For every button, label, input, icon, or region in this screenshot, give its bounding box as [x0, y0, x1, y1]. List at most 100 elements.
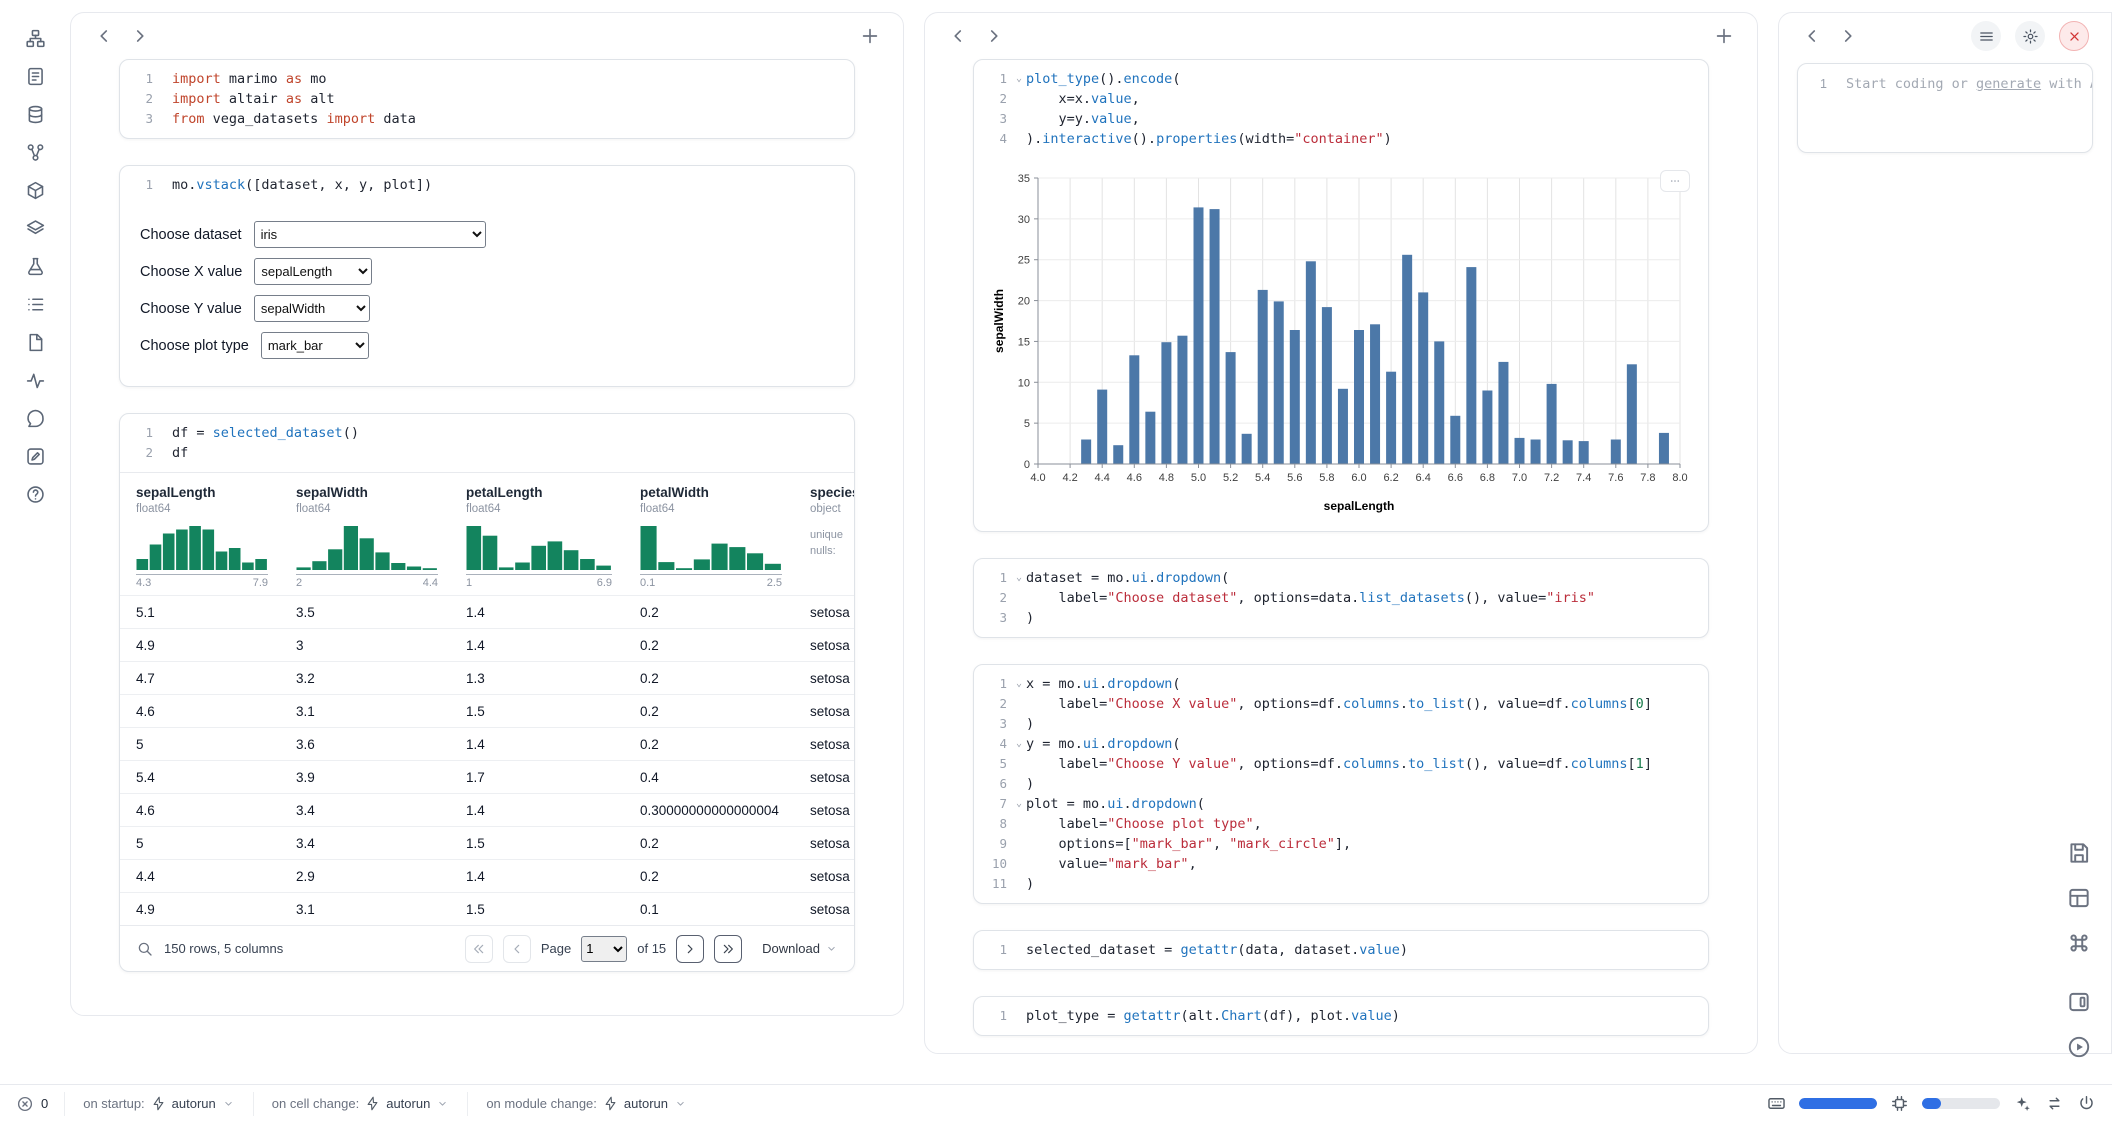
dataset-select[interactable]: iris: [254, 221, 486, 248]
column-header-petalWidth[interactable]: petalWidthfloat640.12.5: [624, 473, 794, 595]
cell-xy-plot-dropdowns[interactable]: 1⌄x = mo.ui.dropdown(2 label="Choose X v…: [973, 664, 1709, 904]
column-move-right-button[interactable]: [129, 25, 151, 47]
table-row[interactable]: 4.93.11.50.1setosa: [120, 892, 854, 925]
column-header-petalLength[interactable]: petalLengthfloat6416.9: [450, 473, 624, 595]
add-column-button[interactable]: [1713, 25, 1735, 47]
run-cells-icon[interactable]: [2064, 1032, 2094, 1062]
rail-button-9[interactable]: [21, 328, 49, 356]
rail-button-2[interactable]: [21, 62, 49, 90]
cell-selected-dataset[interactable]: 1selected_dataset = getattr(data, datase…: [973, 930, 1709, 970]
table-row[interactable]: 4.42.91.40.2setosa: [120, 859, 854, 892]
column-move-right-button[interactable]: [983, 25, 1005, 47]
fold-toggle-icon[interactable]: ⌄: [1012, 734, 1026, 754]
column-move-left-button[interactable]: [947, 25, 969, 47]
runtime-config-3[interactable]: on module change:autorun: [467, 1092, 705, 1116]
next-page-button[interactable]: [676, 935, 704, 963]
rail-button-6[interactable]: [21, 214, 49, 242]
table-row[interactable]: 53.61.40.2setosa: [120, 727, 854, 760]
table-cell: 1.4: [450, 869, 624, 884]
generate-ai-link[interactable]: generate: [1976, 76, 2041, 92]
cell-dataframe[interactable]: 1df = selected_dataset()2df sepalLengthf…: [119, 413, 855, 972]
code-editor[interactable]: 1⌄x = mo.ui.dropdown(2 label="Choose X v…: [974, 665, 1708, 903]
panel-close-button[interactable]: [2059, 21, 2089, 51]
memory-chip-icon[interactable]: [1890, 1094, 1909, 1113]
table-row[interactable]: 4.63.41.40.30000000000000004setosa: [120, 793, 854, 826]
column-header-sepalLength[interactable]: sepalLengthfloat644.37.9: [120, 473, 280, 595]
fold-toggle-icon[interactable]: ⌄: [1012, 69, 1026, 89]
fold-toggle-icon[interactable]: ⌄: [1012, 568, 1026, 588]
editor-placeholder[interactable]: Start coding or generate with AI: [1846, 74, 2093, 94]
svg-text:4.0: 4.0: [1030, 472, 1045, 484]
chart-actions-button[interactable]: [1660, 170, 1690, 192]
rail-button-12[interactable]: [21, 442, 49, 470]
page-select[interactable]: 1: [581, 936, 627, 962]
column-header-sepalWidth[interactable]: sepalWidthfloat6424.4: [280, 473, 450, 595]
column-move-left-button[interactable]: [93, 25, 115, 47]
column-move-right-button[interactable]: [1837, 25, 1859, 47]
altair-bar-chart[interactable]: 4.04.24.44.64.85.05.25.45.65.86.06.26.46…: [990, 166, 1700, 519]
cell-dataset-dropdown[interactable]: 1⌄dataset = mo.ui.dropdown(2 label="Choo…: [973, 558, 1709, 638]
empty-cell[interactable]: 1 Start coding or generate with AI: [1797, 63, 2093, 153]
code-editor[interactable]: 1⌄plot_type().encode(2 x=x.value,3 y=y.v…: [974, 60, 1708, 158]
rail-button-4[interactable]: [21, 138, 49, 166]
minimap-icon[interactable]: [2064, 987, 2094, 1017]
column-histogram: [296, 524, 438, 575]
line-number: 4: [978, 129, 1012, 149]
rail-button-3[interactable]: [21, 100, 49, 128]
cell-vstack-controls[interactable]: 1mo.vstack([dataset, x, y, plot]) Choose…: [119, 165, 855, 387]
line-number: 3: [978, 109, 1012, 129]
rail-button-1[interactable]: [21, 24, 49, 52]
table-row[interactable]: 5.43.91.70.4setosa: [120, 760, 854, 793]
cell-plot-type[interactable]: 1plot_type = getattr(alt.Chart(df), plot…: [973, 996, 1709, 1036]
table-search-icon[interactable]: [136, 940, 154, 958]
cell-imports[interactable]: 1import marimo as mo2import altair as al…: [119, 59, 855, 139]
code-editor[interactable]: 1mo.vstack([dataset, x, y, plot]): [120, 166, 854, 204]
download-button[interactable]: Download: [762, 941, 838, 956]
y-value-select[interactable]: sepalWidth: [254, 295, 370, 322]
keyboard-shortcuts-icon[interactable]: [2064, 928, 2094, 958]
fold-toggle-icon[interactable]: ⌄: [1012, 794, 1026, 814]
prev-page-button[interactable]: [503, 935, 531, 963]
cell-chart[interactable]: 1⌄plot_type().encode(2 x=x.value,3 y=y.v…: [973, 59, 1709, 532]
x-value-select[interactable]: sepalLength: [254, 258, 372, 285]
rail-button-11[interactable]: [21, 404, 49, 432]
table-row[interactable]: 4.63.11.50.2setosa: [120, 694, 854, 727]
table-row[interactable]: 5.13.51.40.2setosa: [120, 595, 854, 628]
column-move-left-button[interactable]: [1801, 25, 1823, 47]
column-header-species[interactable]: speciesobjectuniquenulls:: [794, 473, 854, 595]
ai-sparkle-icon[interactable]: [2013, 1094, 2032, 1113]
code-editor[interactable]: 1df = selected_dataset()2df: [120, 414, 854, 472]
layout-select-icon[interactable]: [2064, 883, 2094, 913]
plot-type-select[interactable]: mark_bar: [261, 332, 369, 359]
rail-button-13[interactable]: [21, 480, 49, 508]
swap-runtime-icon[interactable]: [2045, 1094, 2064, 1113]
shutdown-icon[interactable]: [2077, 1094, 2096, 1113]
error-count-button[interactable]: 0: [16, 1095, 64, 1113]
add-column-button[interactable]: [859, 25, 881, 47]
code-editor[interactable]: 1import marimo as mo2import altair as al…: [120, 60, 854, 138]
code-editor[interactable]: 1plot_type = getattr(alt.Chart(df), plot…: [974, 997, 1708, 1035]
last-page-button[interactable]: [714, 935, 742, 963]
table-row[interactable]: 53.41.50.2setosa: [120, 826, 854, 859]
export-notebook-icon[interactable]: [2064, 838, 2094, 868]
svg-text:7.0: 7.0: [1512, 472, 1527, 484]
panel-settings-button[interactable]: [2015, 21, 2045, 51]
rail-button-5[interactable]: [21, 176, 49, 204]
code-editor[interactable]: 1⌄dataset = mo.ui.dropdown(2 label="Choo…: [974, 559, 1708, 637]
first-page-button[interactable]: [465, 935, 493, 963]
line-number: 9: [978, 834, 1012, 854]
table-row[interactable]: 4.73.21.30.2setosa: [120, 661, 854, 694]
line-number: 1: [124, 69, 158, 89]
keyboard-icon[interactable]: [1767, 1094, 1786, 1113]
panel-menu-button[interactable]: [1971, 21, 2001, 51]
rail-button-8[interactable]: [21, 290, 49, 318]
fold-toggle-icon[interactable]: ⌄: [1012, 674, 1026, 694]
table-cell: setosa: [794, 836, 854, 851]
runtime-config-2[interactable]: on cell change:autorun: [253, 1092, 468, 1116]
rail-button-10[interactable]: [21, 366, 49, 394]
rail-button-7[interactable]: [21, 252, 49, 280]
code-editor[interactable]: 1selected_dataset = getattr(data, datase…: [974, 931, 1708, 969]
svg-text:5: 5: [1024, 418, 1030, 430]
runtime-config-1[interactable]: on startup:autorun: [64, 1092, 253, 1116]
table-row[interactable]: 4.931.40.2setosa: [120, 628, 854, 661]
